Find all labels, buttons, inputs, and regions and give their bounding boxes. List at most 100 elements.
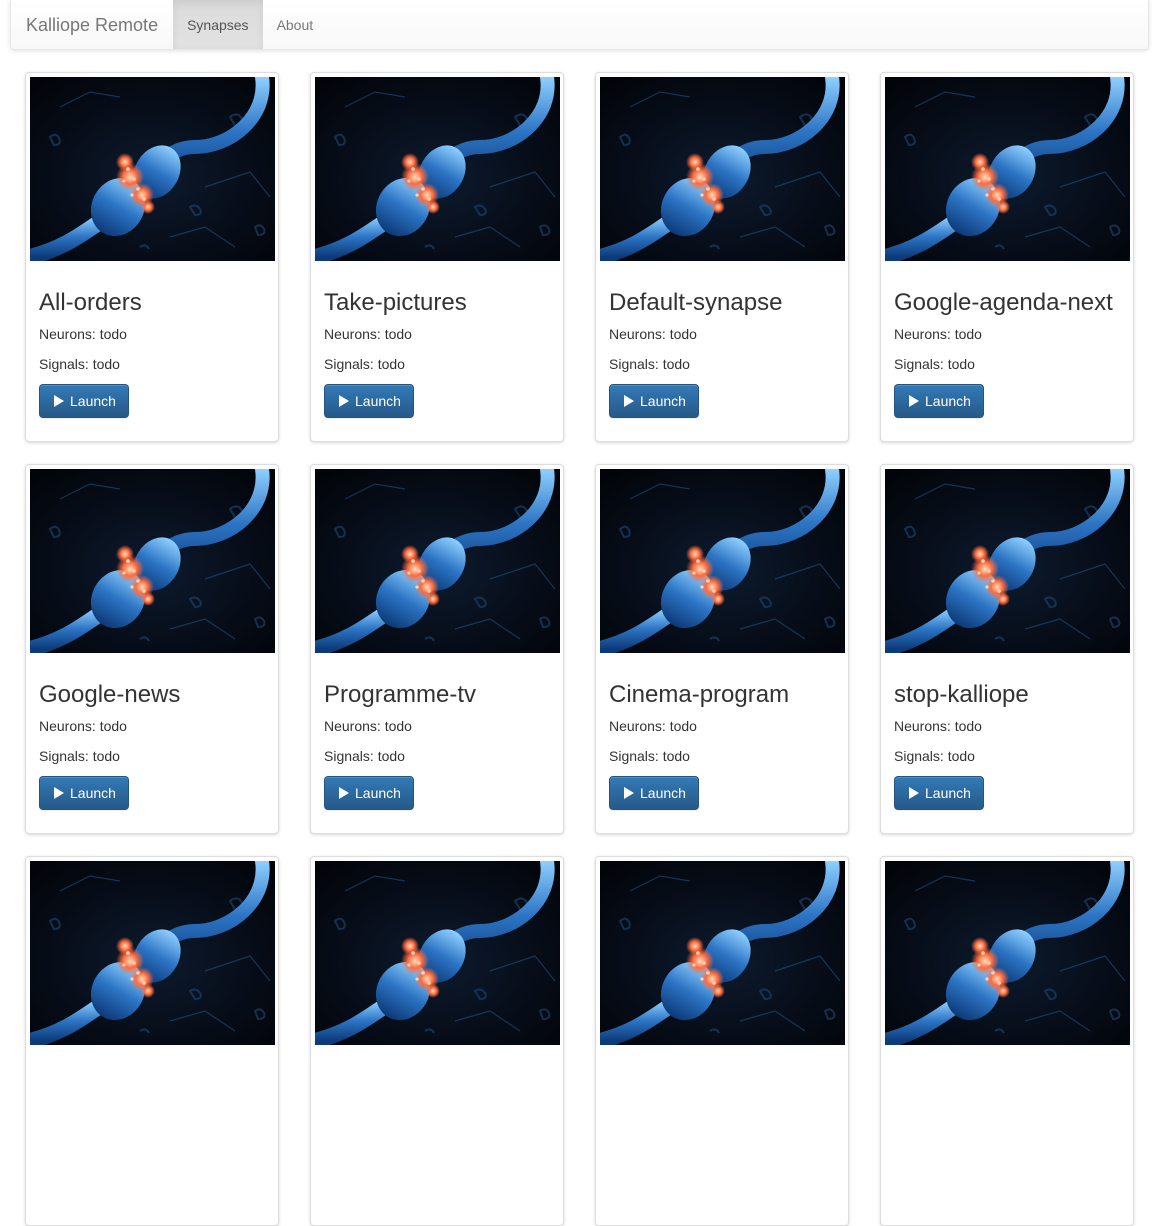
synapse-card: Google-news Neurons: todo Signals: todo … [25,464,279,834]
signals-line: Signals: todo [324,354,550,374]
brand-link[interactable]: Kalliope Remote [11,0,173,49]
neurons-line: Neurons: todo [324,324,550,344]
launch-label: Launch [355,785,401,802]
launch-button[interactable]: Launch [609,384,699,419]
neurons-value: todo [669,326,697,343]
neurons-value: todo [384,718,412,735]
neurons-line: Neurons: todo [39,324,265,344]
synapse-image [600,861,845,1045]
play-icon [909,787,919,800]
launch-button[interactable]: Launch [894,384,984,419]
neurons-line: Neurons: todo [39,716,265,736]
synapse-title: Google-news [39,681,181,708]
signals-label: Signals: [894,748,944,765]
neurons-value: todo [99,718,127,735]
signals-line: Signals: todo [609,746,835,766]
launch-label: Launch [925,393,971,410]
signals-line: Signals: todo [894,354,1120,374]
neurons-value: todo [384,326,412,343]
synapse-grid: All-orders Neurons: todo Signals: todo L… [25,72,1134,1226]
synapse-card: stop-kalliope Neurons: todo Signals: tod… [880,464,1134,834]
synapse-image [30,77,275,261]
launch-button[interactable]: Launch [324,384,414,419]
launch-button[interactable]: Launch [894,776,984,811]
launch-label: Launch [355,393,401,410]
neurons-value: todo [99,326,127,343]
launch-label: Launch [640,393,686,410]
signals-value: todo [377,356,405,373]
signals-line: Signals: todo [894,746,1120,766]
signals-label: Signals: [39,356,89,373]
signals-label: Signals: [609,356,659,373]
synapse-title: Google-agenda-next [894,289,1113,316]
play-icon [339,787,349,800]
neurons-line: Neurons: todo [609,324,835,344]
play-icon [54,395,64,408]
synapse-title: Default-synapse [609,289,783,316]
neurons-line: Neurons: todo [324,716,550,736]
neurons-line: Neurons: todo [894,324,1120,344]
synapse-image [315,469,560,653]
launch-label: Launch [925,785,971,802]
synapse-card-partial [880,856,1134,1226]
nav-about[interactable]: About [263,0,328,49]
play-icon [624,395,634,408]
signals-line: Signals: todo [324,746,550,766]
signals-line: Signals: todo [609,354,835,374]
play-icon [909,395,919,408]
synapse-card: Programme-tv Neurons: todo Signals: todo… [310,464,564,834]
signals-value: todo [947,356,975,373]
signals-line: Signals: todo [39,746,265,766]
synapse-image [315,861,560,1045]
synapse-image [600,77,845,261]
signals-label: Signals: [894,356,944,373]
signals-value: todo [92,356,120,373]
neurons-label: Neurons: [894,326,951,343]
neurons-label: Neurons: [39,326,96,343]
nav-synapses[interactable]: Synapses [173,0,263,49]
synapse-image [885,861,1130,1045]
synapse-image [30,469,275,653]
neurons-value: todo [954,326,982,343]
signals-value: todo [662,748,690,765]
neurons-value: todo [669,718,697,735]
neurons-label: Neurons: [39,718,96,735]
synapse-title: stop-kalliope [894,681,1029,708]
signals-value: todo [377,748,405,765]
launch-label: Launch [70,785,116,802]
signals-label: Signals: [324,356,374,373]
synapse-image [885,77,1130,261]
launch-button[interactable]: Launch [609,776,699,811]
synapse-image [885,469,1130,653]
play-icon [624,787,634,800]
synapse-card-partial [25,856,279,1226]
signals-label: Signals: [324,748,374,765]
navbar: Kalliope Remote Synapses About [10,0,1149,50]
synapse-image [315,77,560,261]
launch-label: Launch [70,393,116,410]
launch-button[interactable]: Launch [324,776,414,811]
neurons-label: Neurons: [894,718,951,735]
synapse-card: Default-synapse Neurons: todo Signals: t… [595,72,849,442]
signals-value: todo [947,748,975,765]
launch-label: Launch [640,785,686,802]
synapse-card: Cinema-program Neurons: todo Signals: to… [595,464,849,834]
signals-label: Signals: [609,748,659,765]
signals-line: Signals: todo [39,354,265,374]
synapse-card: Take-pictures Neurons: todo Signals: tod… [310,72,564,442]
play-icon [339,395,349,408]
synapse-image [30,861,275,1045]
synapse-card-partial [310,856,564,1226]
launch-button[interactable]: Launch [39,776,129,811]
neurons-label: Neurons: [324,326,381,343]
neurons-line: Neurons: todo [894,716,1120,736]
neurons-label: Neurons: [609,718,666,735]
launch-button[interactable]: Launch [39,384,129,419]
synapse-card: All-orders Neurons: todo Signals: todo L… [25,72,279,442]
synapse-image [600,469,845,653]
synapse-card-partial [595,856,849,1226]
signals-value: todo [92,748,120,765]
signals-label: Signals: [39,748,89,765]
synapse-card: Google-agenda-next Neurons: todo Signals… [880,72,1134,442]
neurons-value: todo [954,718,982,735]
